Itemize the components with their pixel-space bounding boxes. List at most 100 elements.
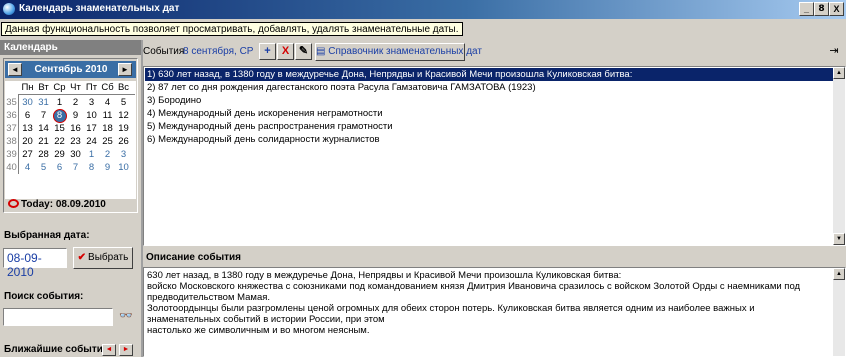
calendar-day[interactable]: 22 <box>53 135 66 148</box>
calendar-day[interactable]: 4 <box>21 161 34 174</box>
calendar-day[interactable]: 5 <box>117 96 130 109</box>
info-bar: Данная функциональность позволяет просма… <box>0 21 846 38</box>
event-item[interactable]: 1) 630 лет назад, в 1380 году в междуреч… <box>145 68 833 81</box>
edit-event-button[interactable]: ✎ <box>295 43 312 60</box>
dow-label: Сб <box>101 82 114 93</box>
event-item[interactable]: 4) Международный день искоренения неграм… <box>145 107 833 120</box>
description-box[interactable]: 630 лет назад, в 1380 году в междуречье … <box>143 267 846 357</box>
nearest-events-bar: Ближайшие события ◄ ► <box>0 342 141 357</box>
calendar-day[interactable]: 25 <box>101 135 114 148</box>
scroll-down-arrow[interactable]: ▼ <box>833 233 845 245</box>
add-event-button[interactable]: + <box>259 43 276 60</box>
calendar-week-row: 36 6 7 8 9 10 11 12 <box>5 109 136 123</box>
minimize-button[interactable]: _ <box>799 2 814 16</box>
calendar-day[interactable]: 7 <box>69 161 82 174</box>
calendar-day[interactable]: 24 <box>85 135 98 148</box>
calendar-widget: ◄ Сентябрь 2010 ► Пн Вт Ср Чт Пт Сб Вс 3… <box>3 58 138 213</box>
week-number: 38 <box>6 136 17 147</box>
week-number: 39 <box>6 149 17 160</box>
calendar-day[interactable]: 1 <box>53 96 66 109</box>
calendar-day[interactable]: 9 <box>69 109 82 122</box>
calendar-day[interactable]: 23 <box>69 135 82 148</box>
book-icon: ▤ <box>316 46 329 57</box>
reference-book-button[interactable]: ▤ Справочник знаменательных дат <box>315 43 482 61</box>
calendar-day[interactable]: 1 <box>85 148 98 161</box>
search-header: Поиск события: <box>0 289 141 304</box>
calendar-day[interactable]: 9 <box>101 161 114 174</box>
event-item[interactable]: 5) Международный день распространения гр… <box>145 120 833 133</box>
calendar-day[interactable]: 21 <box>37 135 50 148</box>
close-button[interactable]: X <box>829 2 844 16</box>
calendar-header-divider <box>19 94 135 95</box>
calendar-day[interactable]: 7 <box>37 109 50 122</box>
window-title: Календарь знаменательных дат <box>19 3 180 14</box>
prev-month-button[interactable]: ◄ <box>8 63 22 76</box>
calendar-day[interactable]: 13 <box>21 122 34 135</box>
events-rows: 1) 630 лет назад, в 1380 году в междуреч… <box>145 68 833 146</box>
week-number: 37 <box>6 123 17 134</box>
today-ring-icon <box>8 199 19 208</box>
left-panel: Календарь ◄ Сентябрь 2010 ► Пн Вт Ср Чт … <box>0 40 141 357</box>
select-date-button[interactable]: ✔ Выбрать <box>73 247 133 269</box>
calendar-day[interactable]: 10 <box>85 109 98 122</box>
calendar-day[interactable]: 4 <box>101 96 114 109</box>
calendar-day[interactable]: 3 <box>85 96 98 109</box>
calendar-day[interactable]: 8 <box>85 161 98 174</box>
next-month-button[interactable]: ► <box>118 63 132 76</box>
calendar-day[interactable]: 28 <box>37 148 50 161</box>
window-controls: _ 8 X <box>799 2 844 16</box>
calendar-day[interactable]: 30 <box>21 96 34 109</box>
calendar-day[interactable]: 17 <box>85 122 98 135</box>
search-input[interactable] <box>3 308 113 326</box>
calendar-day[interactable]: 18 <box>101 122 114 135</box>
calendar-day[interactable]: 2 <box>69 96 82 109</box>
calendar-day[interactable]: 15 <box>53 122 66 135</box>
today-label: Today: 08.09.2010 <box>21 199 106 210</box>
exit-icon[interactable]: ⇥ <box>826 43 842 59</box>
events-list[interactable]: 1) 630 лет назад, в 1380 году в междуреч… <box>143 66 846 246</box>
calendar-month-bar: ◄ Сентябрь 2010 ► <box>5 61 136 78</box>
calendar-day[interactable]: 6 <box>53 161 66 174</box>
description-scrollbar[interactable]: ▲ <box>833 268 845 356</box>
calendar-grid: Пн Вт Ср Чт Пт Сб Вс 35 30 31 1 2 3 4 5 <box>5 81 136 199</box>
calendar-week-row: 39 27 28 29 30 1 2 3 <box>5 148 136 161</box>
nearest-next-button[interactable]: ► <box>119 344 133 356</box>
calendar-day[interactable]: 16 <box>69 122 82 135</box>
maximize-button[interactable]: 8 <box>814 2 829 16</box>
calendar-day[interactable]: 27 <box>21 148 34 161</box>
select-date-label: Выбрать <box>88 252 129 263</box>
binoculars-icon[interactable]: 👓 <box>117 307 135 327</box>
event-item[interactable]: 3) Бородино <box>145 94 833 107</box>
calendar-day[interactable]: 29 <box>53 148 66 161</box>
delete-event-button[interactable]: X <box>277 43 294 60</box>
app-icon <box>3 3 15 15</box>
calendar-day[interactable]: 20 <box>21 135 34 148</box>
calendar-day[interactable]: 19 <box>117 122 130 135</box>
week-number: 40 <box>6 162 17 173</box>
event-item[interactable]: 2) 87 лет со дня рождения дагестанского … <box>145 81 833 94</box>
selected-date-field[interactable]: 08-09-2010 <box>3 248 67 279</box>
calendar-day[interactable]: 10 <box>117 161 130 174</box>
scroll-up-arrow[interactable]: ▲ <box>833 67 845 79</box>
calendar-week-row: 35 30 31 1 2 3 4 5 <box>5 96 136 109</box>
calendar-day[interactable]: 11 <box>101 109 114 122</box>
calendar-day[interactable]: 31 <box>37 96 50 109</box>
dow-label: Вс <box>117 82 130 93</box>
calendar-day[interactable]: 30 <box>69 148 82 161</box>
calendar-day[interactable]: 5 <box>37 161 50 174</box>
event-item[interactable]: 6) Международный день солидарности журна… <box>145 133 833 146</box>
dow-label: Вт <box>38 82 49 93</box>
calendar-day[interactable]: 2 <box>101 148 114 161</box>
calendar-day[interactable]: 12 <box>117 109 130 122</box>
calendar-day[interactable]: 26 <box>117 135 130 148</box>
calendar-day[interactable]: 14 <box>37 122 50 135</box>
calendar-week-row: 38 20 21 22 23 24 25 26 <box>5 135 136 148</box>
calendar-today-link[interactable]: Today: 08.09.2010 <box>8 199 106 210</box>
calendar-day[interactable]: 3 <box>117 148 130 161</box>
scroll-up-arrow[interactable]: ▲ <box>833 268 845 280</box>
calendar-day-today[interactable]: 8 <box>53 109 67 123</box>
events-scrollbar[interactable]: ▲ ▼ <box>833 67 845 245</box>
calendar-week-row: 40 4 5 6 7 8 9 10 <box>5 161 136 174</box>
nearest-prev-button[interactable]: ◄ <box>102 344 116 356</box>
calendar-day[interactable]: 6 <box>21 109 34 122</box>
